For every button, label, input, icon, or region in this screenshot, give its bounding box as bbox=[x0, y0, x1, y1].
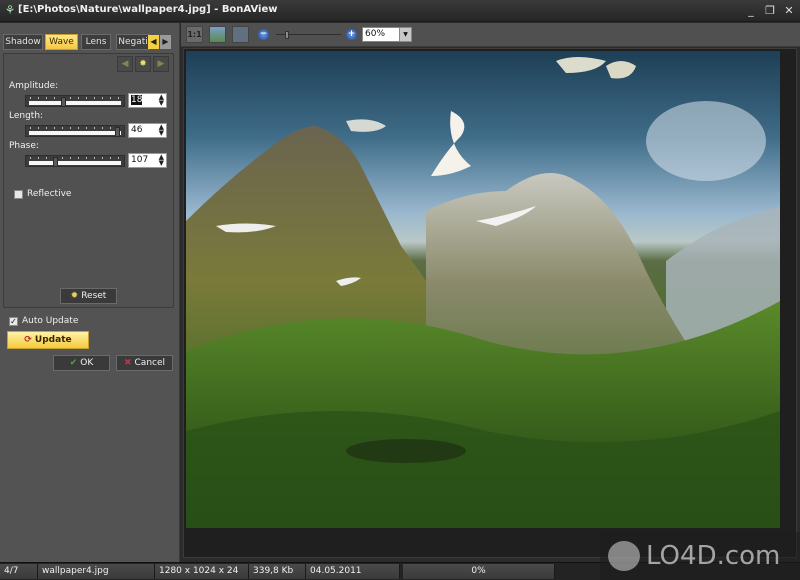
auto-update-label: Auto Update bbox=[22, 316, 79, 326]
window-title: [E:\Photos\Nature\wallpaper4.jpg] - BonA… bbox=[18, 4, 278, 15]
phase-slider[interactable] bbox=[25, 155, 125, 167]
image-index: 4/7 bbox=[0, 564, 38, 579]
ok-button[interactable]: ✔ OK bbox=[53, 355, 110, 371]
tab-scroll-left-button[interactable]: ◀ bbox=[148, 35, 159, 49]
next-preset-button[interactable]: ▶ bbox=[153, 56, 169, 72]
tab-shadow[interactable]: Shadow bbox=[3, 34, 43, 50]
photo-illustration bbox=[186, 57, 780, 528]
photo-canvas[interactable] bbox=[186, 51, 780, 528]
tab-negative[interactable]: Negati bbox=[116, 34, 150, 50]
auto-update-checkbox[interactable]: ✓ bbox=[9, 317, 18, 326]
viewer-toolbar: 1:1 − + 60% ▼ bbox=[181, 23, 800, 47]
restore-button[interactable]: ❐ bbox=[763, 4, 777, 18]
fullscreen-icon[interactable] bbox=[232, 26, 249, 43]
bonaview-logo-icon: ⚘ bbox=[4, 3, 16, 17]
length-slider[interactable] bbox=[25, 125, 125, 137]
amplitude-slider[interactable] bbox=[25, 95, 125, 107]
phase-value[interactable]: 107 bbox=[131, 155, 148, 165]
close-button[interactable]: ✕ bbox=[782, 4, 796, 18]
tab-scroll-right-button[interactable]: ▶ bbox=[160, 35, 171, 49]
spin-arrows-icon[interactable]: ▲ ▼ bbox=[159, 124, 164, 137]
length-slider-thumb[interactable] bbox=[115, 127, 120, 137]
title-bar: ⚘ [E:\Photos\Nature\wallpaper4.jpg] - Bo… bbox=[0, 0, 800, 22]
length-spinbox[interactable]: 46 ▲ ▼ bbox=[128, 123, 167, 138]
random-preset-button[interactable]: ✸ bbox=[135, 56, 151, 72]
spin-arrows-icon[interactable]: ▲ ▼ bbox=[159, 94, 164, 107]
minimize-button[interactable]: _ bbox=[744, 4, 758, 18]
zoom-level-select[interactable]: 60% ▼ bbox=[362, 27, 412, 42]
refresh-icon: ⟳ bbox=[24, 335, 32, 345]
cancel-button[interactable]: ✖ Cancel bbox=[116, 355, 173, 371]
image-viewer[interactable] bbox=[183, 48, 797, 558]
cross-icon: ✖ bbox=[123, 358, 132, 368]
phase-slider-thumb[interactable] bbox=[53, 157, 58, 167]
effects-panel: Shadow Wave Lens Negati ◀ ▶ ◀ ✸ ▶ Amplit… bbox=[0, 23, 180, 563]
checkmark-icon: ✔ bbox=[69, 358, 78, 368]
length-value[interactable]: 46 bbox=[131, 125, 142, 135]
reflective-checkbox[interactable] bbox=[14, 190, 23, 199]
lo4d-logo-icon bbox=[608, 541, 640, 571]
zoom-in-button[interactable]: + bbox=[346, 29, 357, 40]
tab-lens[interactable]: Lens bbox=[81, 34, 111, 50]
wave-settings-group: ◀ ✸ ▶ Amplitude: 18 ▲ ▼ Length: 46 ▲ ▼ Pha… bbox=[3, 53, 174, 308]
chevron-down-icon[interactable]: ▼ bbox=[399, 28, 411, 41]
image-dimensions: 1280 x 1024 x 24 bpp bbox=[155, 564, 249, 579]
reset-button[interactable]: ✹ Reset bbox=[60, 288, 117, 304]
amplitude-label: Amplitude: bbox=[9, 81, 59, 91]
amplitude-spinbox[interactable]: 18 ▲ ▼ bbox=[128, 93, 167, 108]
actual-size-button[interactable]: 1:1 bbox=[186, 26, 203, 43]
zoom-slider-thumb[interactable] bbox=[285, 31, 289, 39]
amplitude-value[interactable]: 18 bbox=[131, 95, 143, 105]
length-label: Length: bbox=[9, 111, 44, 121]
tab-wave[interactable]: Wave bbox=[45, 34, 78, 50]
spin-arrows-icon[interactable]: ▲ ▼ bbox=[159, 154, 164, 167]
prev-preset-button[interactable]: ◀ bbox=[117, 56, 133, 72]
lo4d-watermark: LO4D.com bbox=[600, 532, 800, 580]
reflective-label: Reflective bbox=[27, 189, 72, 199]
update-button[interactable]: ⟳ Update bbox=[7, 331, 89, 349]
fit-to-window-icon[interactable] bbox=[209, 26, 226, 43]
file-datetime: 04.05.2011 16:05:41 bbox=[306, 564, 400, 579]
amplitude-slider-thumb[interactable] bbox=[61, 97, 66, 107]
phase-spinbox[interactable]: 107 ▲ ▼ bbox=[128, 153, 167, 168]
file-name: wallpaper4.jpg bbox=[38, 564, 155, 579]
file-size: 339,8 Kb bbox=[249, 564, 306, 579]
reset-icon: ✹ bbox=[70, 291, 79, 301]
zoom-out-button[interactable]: − bbox=[258, 29, 269, 40]
phase-label: Phase: bbox=[9, 141, 39, 151]
progress-indicator: 0% bbox=[403, 564, 555, 579]
